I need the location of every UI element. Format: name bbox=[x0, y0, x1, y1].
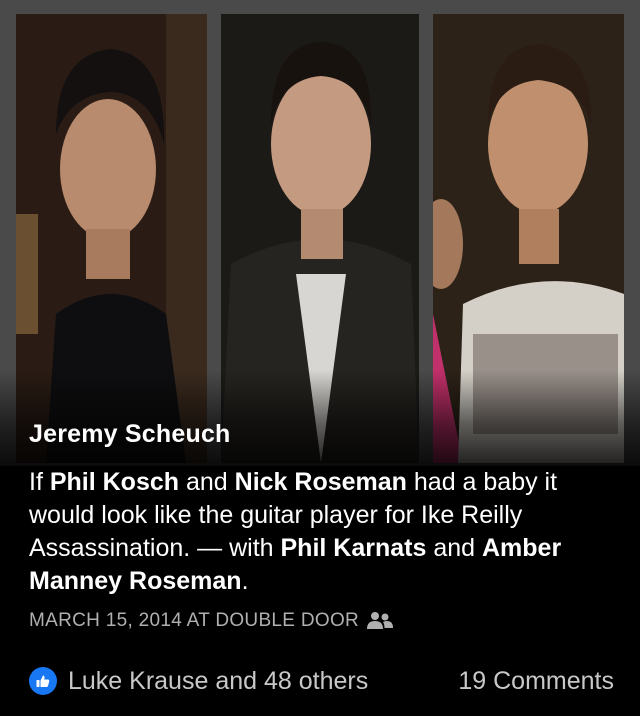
post-caption: If Phil Kosch and Nick Roseman had a bab… bbox=[29, 466, 624, 598]
post-author-name[interactable]: Jeremy Scheuch bbox=[29, 420, 231, 449]
tagged-user-link[interactable]: Phil Karnats bbox=[281, 534, 427, 562]
friends-icon bbox=[367, 611, 394, 631]
photo-collage[interactable] bbox=[0, 0, 640, 466]
tagged-user-link[interactable]: Nick Roseman bbox=[235, 468, 407, 496]
likes-summary[interactable]: Luke Krause and 48 others bbox=[68, 667, 368, 696]
post-meta: MARCH 15, 2014 AT DOUBLE DOOR bbox=[29, 610, 394, 632]
photo-panel-left[interactable] bbox=[16, 14, 207, 463]
portrait-photo-center bbox=[221, 14, 419, 463]
tagged-user-link[interactable]: Phil Kosch bbox=[50, 468, 179, 496]
comments-count-link[interactable]: 19 Comments bbox=[458, 667, 614, 696]
caption-text: . bbox=[241, 567, 249, 595]
thumbs-up-icon[interactable] bbox=[29, 667, 57, 695]
caption-text: If bbox=[29, 468, 50, 496]
photo-panel-center[interactable] bbox=[221, 14, 419, 463]
post-date-location[interactable]: MARCH 15, 2014 AT DOUBLE DOOR bbox=[29, 610, 359, 632]
photo-panel-right[interactable] bbox=[433, 14, 624, 463]
portrait-photo-left bbox=[16, 14, 207, 463]
portrait-photo-right bbox=[433, 14, 624, 463]
caption-text: and bbox=[179, 468, 235, 496]
reactions-bar: Luke Krause and 48 others 19 Comments bbox=[29, 664, 614, 698]
caption-text: and bbox=[426, 534, 482, 562]
